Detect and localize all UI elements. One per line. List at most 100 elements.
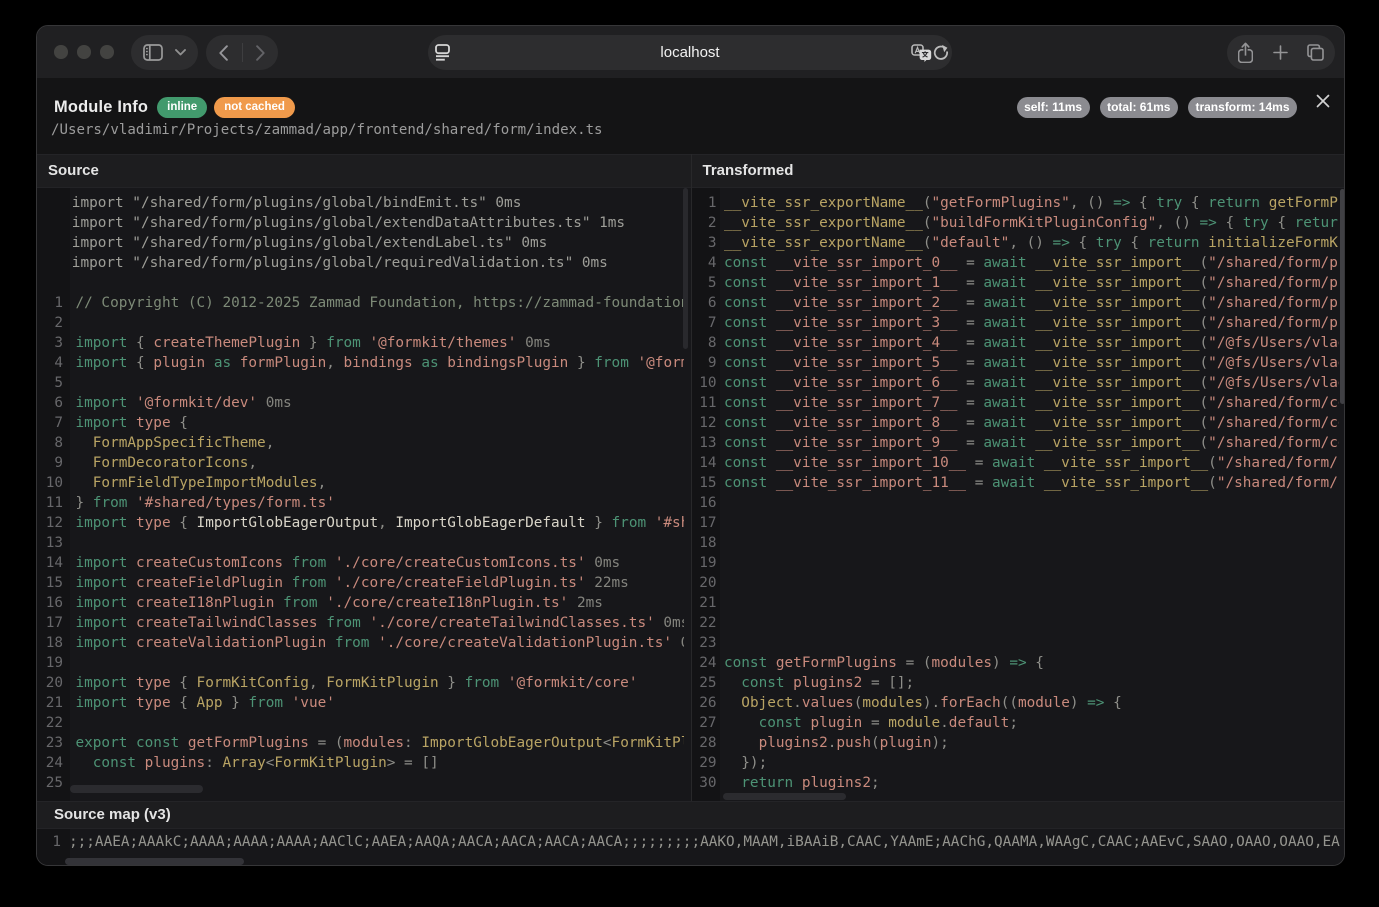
code-line: 7import type { [37,413,684,433]
code-panels: Source import "/shared/form/plugins/glob… [37,154,1344,801]
code-line: 4const __vite_ssr_import_0__ = await __v… [692,253,1340,273]
not-cached-badge: not cached [214,97,295,118]
back-icon[interactable] [219,45,228,61]
code-line: 15const __vite_ssr_import_11__ = await _… [692,473,1340,493]
transformed-code[interactable]: 1__vite_ssr_exportName__("getFormPlugins… [692,188,1340,801]
code-line: 2 [37,313,684,333]
code-line: 19 [37,653,684,673]
code-line: 13 [37,533,684,553]
code-line: 2__vite_ssr_exportName__("buildFormKitPl… [692,213,1340,233]
code-line: 17import createTailwindClasses from './c… [37,613,684,633]
sidebar-toggle-group [131,35,198,70]
code-line: 21import type { App } from 'vue' [37,693,684,713]
transformed-vertical-scrollbar[interactable] [1340,189,1344,404]
url-text: localhost [428,44,952,61]
module-file-path: /Users/vladimir/Projects/zammad/app/fron… [51,122,603,138]
code-line: 16 [692,493,1340,513]
inline-badge: inline [157,97,207,118]
code-line: 22 [37,713,684,733]
code-line: 10 FormFieldTypeImportModules, [37,473,684,493]
new-tab-icon[interactable] [1273,45,1288,60]
code-line: 24 const plugins: Array<FormKitPlugin> =… [37,753,684,773]
code-line: 3__vite_ssr_exportName__("default", () =… [692,233,1340,253]
close-icon[interactable] [1316,94,1330,108]
sourcemap-line: 1 ;;;AAEA;AAAkC;AAAA;AAAA;AAAA;AAClC;AAE… [37,832,1344,852]
transformed-horizontal-scrollbar[interactable] [723,793,846,800]
code-line: 22 [692,613,1340,633]
transformed-panel-title: Transformed [692,154,1345,188]
navigation-buttons [206,35,278,70]
code-line: 12import type { ImportGlobEagerOutput, I… [37,513,684,533]
share-icon[interactable] [1238,42,1253,63]
code-line: 28 plugins2.push(plugin); [692,733,1340,753]
zoom-window-button[interactable] [100,45,114,59]
code-line: 12const __vite_ssr_import_8__ = await __… [692,413,1340,433]
sourcemap-line-number: 1 [37,832,61,852]
code-line: 24const getFormPlugins = (modules) => { [692,653,1340,673]
self-time-badge: self: 11ms [1017,97,1090,118]
code-line: 25 const plugins2 = []; [692,673,1340,693]
toolbar-actions [1227,35,1335,70]
code-line: 18 [692,533,1340,553]
sourcemap-horizontal-scrollbar[interactable] [65,858,244,865]
code-line: 21 [692,593,1340,613]
code-line: import "/shared/form/plugins/global/bind… [37,193,684,213]
sourcemap-section: 1 ;;;AAEA;AAAkC;AAAA;AAAA;AAAA;AAClC;AAE… [37,829,1344,867]
address-bar[interactable]: localhost [428,35,952,70]
nav-divider [242,43,243,62]
chevron-down-icon[interactable] [175,49,186,56]
code-line: 7const __vite_ssr_import_3__ = await __v… [692,313,1340,333]
code-line: 18import createValidationPlugin from './… [37,633,684,653]
code-line: 6const __vite_ssr_import_2__ = await __v… [692,293,1340,313]
code-line: 8const __vite_ssr_import_4__ = await __v… [692,333,1340,353]
code-line: 8 FormAppSpecificTheme, [37,433,684,453]
code-line: 15import createFieldPlugin from './core/… [37,573,684,593]
code-line: 4import { plugin as formPlugin, bindings… [37,353,684,373]
code-line: 26 Object.values(modules).forEach((modul… [692,693,1340,713]
code-line: 11} from '#shared/types/form.ts' [37,493,684,513]
code-line: 27 const plugin = module.default; [692,713,1340,733]
code-line [37,273,684,293]
code-line: 1// Copyright (C) 2012-2025 Zammad Found… [37,293,684,313]
code-line: 16import createI18nPlugin from './core/c… [37,593,684,613]
total-time-badge: total: 61ms [1100,97,1178,118]
close-window-button[interactable] [54,45,68,59]
desktop-background: localhost [0,0,1379,907]
sourcemap-mappings: ;;;AAEA;AAAkC;AAAA;AAAA;AAAA;AAClC;AAEA;… [61,832,1340,852]
code-line: 14const __vite_ssr_import_10__ = await _… [692,453,1340,473]
code-line: import "/shared/form/plugins/global/exte… [37,213,684,233]
code-line: 3import { createThemePlugin } from '@for… [37,333,684,353]
code-line: 5const __vite_ssr_import_1__ = await __v… [692,273,1340,293]
code-line: 1__vite_ssr_exportName__("getFormPlugins… [692,193,1340,213]
transform-time-badge: transform: 14ms [1188,97,1297,118]
forward-icon[interactable] [256,45,265,61]
source-vertical-scrollbar[interactable] [683,188,688,349]
code-line: 20import type { FormKitConfig, FormKitPl… [37,673,684,693]
code-line: 6import '@formkit/dev' 0ms [37,393,684,413]
code-line: import "/shared/form/plugins/global/exte… [37,233,684,253]
code-line: 14import createCustomIcons from './core/… [37,553,684,573]
sourcemap-title: Source map (v3) [37,801,1344,829]
window-controls [54,45,113,59]
tab-overview-icon[interactable] [1307,44,1324,61]
browser-window: localhost [36,25,1345,866]
source-panel: Source import "/shared/form/plugins/glob… [37,154,691,801]
module-info-header: Module Info inline not cached self: 11ms… [37,78,1344,154]
code-line: 30 return plugins2; [692,773,1340,793]
code-line: import "/shared/form/plugins/global/requ… [37,253,684,273]
browser-toolbar: localhost [37,26,1344,78]
code-line: 11const __vite_ssr_import_7__ = await __… [692,393,1340,413]
code-line: 20 [692,573,1340,593]
code-line: 23export const getFormPlugins = (modules… [37,733,684,753]
code-line: 23 [692,633,1340,653]
code-line: 29 }); [692,753,1340,773]
minimize-window-button[interactable] [77,45,91,59]
code-line: 9 FormDecoratorIcons, [37,453,684,473]
code-line: 19 [692,553,1340,573]
sidebar-icon[interactable] [143,44,163,61]
source-horizontal-scrollbar[interactable] [70,785,203,793]
source-code[interactable]: import "/shared/form/plugins/global/bind… [37,188,684,801]
page-title: Module Info [54,98,148,117]
transformed-panel: Transformed 1__vite_ssr_exportName__("ge… [691,154,1345,801]
code-line: 10const __vite_ssr_import_6__ = await __… [692,373,1340,393]
